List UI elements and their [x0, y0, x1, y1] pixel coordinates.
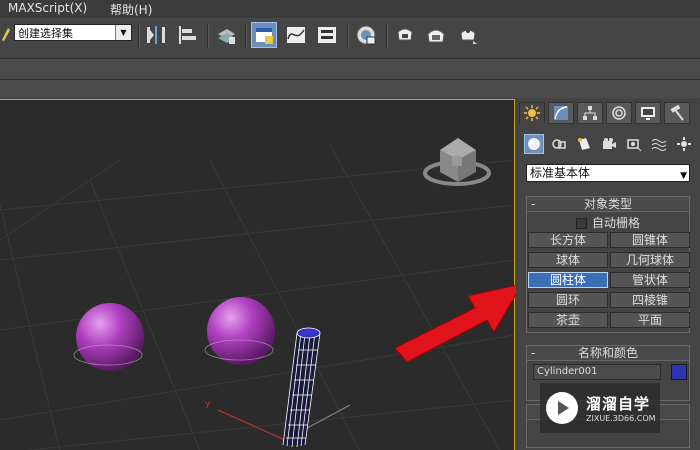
mirror-icon[interactable]: [143, 22, 169, 48]
ribbon-strip: [0, 59, 700, 80]
rendered-frame-icon[interactable]: [423, 22, 449, 48]
sphere-button[interactable]: 球体: [528, 252, 608, 268]
layer-manager-icon[interactable]: [213, 22, 239, 48]
helpers-icon[interactable]: [624, 134, 644, 154]
menu-bar: MAXScript(X) 帮助(H): [0, 0, 700, 18]
material-editor-icon[interactable]: [353, 22, 379, 48]
geosphere-button[interactable]: 几何球体: [610, 252, 690, 268]
object-category-icons: [524, 134, 694, 154]
schematic-view-icon[interactable]: [314, 22, 340, 48]
create-tab[interactable]: [519, 102, 545, 124]
secondary-strip: [0, 80, 700, 98]
systems-icon[interactable]: [674, 134, 694, 154]
motion-tab[interactable]: [606, 102, 632, 124]
sphere-object-2[interactable]: [204, 297, 275, 365]
viewcube-icon[interactable]: [423, 138, 491, 186]
autogrid-checkbox-row[interactable]: 自动栅格: [527, 215, 689, 231]
torus-button[interactable]: 圆环: [528, 292, 608, 308]
sun-icon: [524, 105, 540, 121]
collapse-icon[interactable]: -: [531, 197, 535, 211]
render-icon[interactable]: [455, 22, 481, 48]
command-panel-tabs: [519, 102, 690, 126]
autogrid-label: 自动栅格: [591, 216, 640, 230]
name-color-title: 名称和颜色: [577, 346, 638, 360]
shapes-icon[interactable]: [549, 134, 569, 154]
chevron-down-icon[interactable]: ▼: [680, 168, 687, 184]
pencil-icon: [2, 28, 10, 41]
display-tab[interactable]: [635, 102, 661, 124]
scene-explorer-icon[interactable]: [251, 22, 277, 48]
modify-curve-icon: [554, 106, 568, 120]
display-icon: [641, 107, 655, 120]
selection-set-value: 创建选择集: [18, 27, 73, 40]
menu-maxscript[interactable]: MAXScript(X): [8, 1, 87, 15]
object-name-field[interactable]: Cylinder001: [533, 364, 661, 380]
teapot-button[interactable]: 茶壶: [528, 312, 608, 328]
object-type-header[interactable]: - 对象类型: [527, 197, 689, 212]
hierarchy-tab[interactable]: [577, 102, 603, 124]
sphere-object-1[interactable]: [73, 303, 144, 371]
watermark: 溜溜自学 ZIXUE.3D66.COM: [540, 383, 660, 433]
main-toolbar: 创建选择集 ▼: [0, 18, 700, 59]
geometry-icon[interactable]: [524, 134, 544, 154]
watermark-subtitle: ZIXUE.3D66.COM: [586, 414, 656, 423]
category-dropdown[interactable]: 标准基本体 ▼: [526, 164, 690, 182]
name-color-header[interactable]: - 名称和颜色: [527, 346, 689, 361]
menu-help[interactable]: 帮助(H): [110, 1, 152, 18]
utilities-tab[interactable]: [664, 102, 690, 124]
autogrid-checkbox[interactable]: [575, 218, 587, 229]
align-icon[interactable]: [174, 22, 200, 48]
hierarchy-icon: [583, 106, 597, 120]
tube-button[interactable]: 管状体: [610, 272, 690, 288]
object-type-rollout: - 对象类型 自动栅格 长方体 圆锥体 球体 几何球体 圆柱体 管状体 圆环 四…: [526, 196, 690, 333]
object-color-swatch[interactable]: [671, 364, 687, 380]
watermark-title: 溜溜自学: [586, 395, 651, 413]
hammer-icon: [670, 105, 684, 121]
cylinder-object[interactable]: [282, 327, 321, 448]
modify-tab[interactable]: [548, 102, 574, 124]
plane-button[interactable]: 平面: [610, 312, 690, 328]
chevron-down-icon[interactable]: ▼: [115, 25, 131, 40]
space-warps-icon[interactable]: [649, 134, 669, 154]
cameras-icon[interactable]: [599, 134, 619, 154]
box-button[interactable]: 长方体: [528, 232, 608, 248]
cone-button[interactable]: 圆锥体: [610, 232, 690, 248]
annotation-arrow: [394, 283, 524, 363]
primitive-buttons: 长方体 圆锥体 球体 几何球体 圆柱体 管状体 圆环 四棱锥 茶壶 平面: [527, 232, 690, 332]
cylinder-button[interactable]: 圆柱体: [528, 272, 608, 288]
object-type-title: 对象类型: [583, 197, 632, 211]
motion-icon: [612, 106, 626, 120]
pyramid-button[interactable]: 四棱锥: [610, 292, 690, 308]
category-dropdown-value: 标准基本体: [530, 166, 591, 180]
lights-icon[interactable]: [574, 134, 594, 154]
curve-editor-icon[interactable]: [283, 22, 309, 48]
render-setup-icon[interactable]: [392, 22, 418, 48]
selection-set-dropdown[interactable]: 创建选择集 ▼: [14, 24, 132, 41]
play-logo-icon: [546, 392, 578, 424]
svg-text:y: y: [205, 399, 211, 409]
collapse-icon[interactable]: -: [531, 346, 535, 360]
